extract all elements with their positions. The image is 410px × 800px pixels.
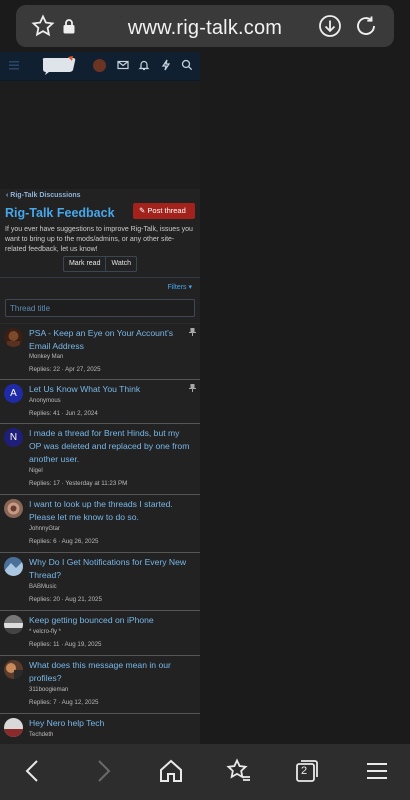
- thread-title[interactable]: PSA - Keep an Eye on Your Account's Emai…: [29, 327, 186, 353]
- menu-icon[interactable]: [8, 59, 20, 71]
- post-thread-button[interactable]: ✎ Post thread: [133, 203, 195, 219]
- forward-arrow-icon[interactable]: [90, 758, 116, 784]
- thread-row[interactable]: N I made a thread for Brent Hinds, but m…: [0, 424, 200, 495]
- thread-row[interactable]: Keep getting bounced on iPhone * velcro-…: [0, 611, 200, 656]
- thread-author[interactable]: Anonymous: [29, 398, 61, 404]
- empty-pane: [200, 52, 410, 744]
- download-icon[interactable]: [318, 14, 342, 38]
- avatar[interactable]: [4, 718, 23, 737]
- avatar[interactable]: [4, 499, 23, 518]
- thread-meta: Replies: 11 · Aug 19, 2025: [29, 641, 102, 648]
- thread-author[interactable]: Monkey Man: [29, 354, 63, 360]
- user-avatar[interactable]: [93, 59, 106, 72]
- mark-read-button[interactable]: Mark read: [62, 256, 106, 272]
- thread-title[interactable]: Let Us Know What You Think: [29, 383, 186, 396]
- thread-meta: Replies: 41 · Jun 2, 2024: [29, 410, 98, 417]
- thread-title-input[interactable]: Thread title: [5, 299, 195, 317]
- thread-title[interactable]: Keep getting bounced on iPhone: [29, 614, 192, 627]
- edit-icon: ✎: [139, 206, 146, 215]
- avatar[interactable]: [4, 660, 23, 679]
- forum-description: If you ever have suggestions to improve …: [5, 226, 193, 253]
- browser-bottom-bar: 2: [0, 744, 410, 800]
- site-viewport: ‹ Rig-Talk Discussions Rig-Talk Feedback…: [0, 52, 200, 744]
- tab-count: 2: [300, 765, 308, 777]
- thread-row[interactable]: Hey Nero help Tech Techdeth: [0, 714, 200, 744]
- address-bar[interactable]: www.rig-talk.com: [16, 5, 394, 47]
- browser-toolbar: www.rig-talk.com: [0, 0, 410, 52]
- tabs-button[interactable]: 2: [294, 758, 320, 784]
- thread-row[interactable]: A Let Us Know What You Think Anonymous R…: [0, 380, 200, 424]
- thread-meta: Replies: 7 · Aug 12, 2025: [29, 699, 99, 706]
- avatar[interactable]: N: [4, 428, 23, 447]
- caret-down-icon: ▾: [188, 284, 192, 291]
- thread-row[interactable]: PSA - Keep an Eye on Your Account's Emai…: [0, 324, 200, 380]
- site-logo[interactable]: [40, 56, 78, 76]
- menu-icon[interactable]: [364, 758, 390, 784]
- post-thread-label: Post thread: [147, 206, 186, 215]
- forum-actions: Mark read Watch: [0, 256, 200, 272]
- breadcrumb[interactable]: ‹ Rig-Talk Discussions: [0, 189, 200, 203]
- thread-author[interactable]: 311boogieman: [29, 687, 68, 693]
- search-icon[interactable]: [181, 59, 193, 71]
- home-icon[interactable]: [158, 758, 184, 784]
- thread-author[interactable]: JohnnyGtar: [29, 526, 60, 532]
- hero-banner: [0, 81, 200, 189]
- reload-icon[interactable]: [354, 14, 378, 38]
- thread-title[interactable]: Hey Nero help Tech: [29, 717, 192, 730]
- thread-meta: Replies: 6 · Aug 26, 2025: [29, 538, 99, 545]
- thread-title[interactable]: I made a thread for Brent Hinds, but my …: [29, 427, 192, 466]
- avatar[interactable]: [4, 615, 23, 634]
- thread-author[interactable]: Nigel: [29, 468, 43, 474]
- pin-icon: [189, 384, 196, 392]
- back-arrow-icon[interactable]: [20, 758, 46, 784]
- thread-title[interactable]: Why Do I Get Notifications for Every New…: [29, 556, 192, 582]
- thread-title[interactable]: I want to look up the threads I started.…: [29, 498, 192, 524]
- thread-title[interactable]: What does this message mean in our profi…: [29, 659, 192, 685]
- filters-button[interactable]: Filters ▾: [167, 283, 192, 291]
- page-title: Rig-Talk Feedback: [5, 206, 115, 220]
- avatar[interactable]: A: [4, 384, 23, 403]
- thread-meta: Replies: 17 · Yesterday at 11:23 PM: [29, 480, 128, 487]
- breadcrumb-link[interactable]: Rig-Talk Discussions: [10, 192, 80, 199]
- thread-row[interactable]: Why Do I Get Notifications for Every New…: [0, 553, 200, 611]
- watch-button[interactable]: Watch: [105, 256, 138, 272]
- chevron-left-icon: ‹: [6, 192, 9, 199]
- thread-list: PSA - Keep an Eye on Your Account's Emai…: [0, 323, 200, 744]
- avatar[interactable]: [4, 557, 23, 576]
- thread-author[interactable]: BABMusic: [29, 584, 57, 590]
- thread-author[interactable]: Techdeth: [29, 732, 53, 738]
- bolt-icon[interactable]: [160, 59, 172, 71]
- bookmarks-star-icon[interactable]: [226, 758, 252, 784]
- pin-icon: [189, 328, 196, 336]
- thread-row[interactable]: I want to look up the threads I started.…: [0, 495, 200, 553]
- envelope-icon[interactable]: [117, 59, 129, 71]
- thread-meta: Replies: 20 · Aug 21, 2025: [29, 596, 102, 603]
- avatar[interactable]: [4, 328, 23, 347]
- thread-meta: Replies: 22 · Apr 27, 2025: [29, 366, 101, 373]
- thread-author[interactable]: * velcro-fly *: [29, 629, 61, 635]
- site-topnav: [0, 52, 200, 81]
- bell-icon[interactable]: [138, 59, 150, 71]
- filters-label: Filters: [167, 284, 187, 291]
- thread-row[interactable]: What does this message mean in our profi…: [0, 656, 200, 714]
